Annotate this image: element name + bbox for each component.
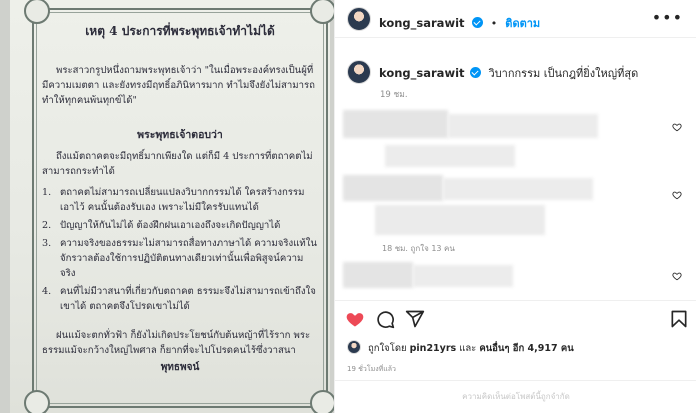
caption-time[interactable]: 19 ชม. [380, 87, 408, 101]
heart-icon[interactable] [672, 190, 682, 200]
heart-icon[interactable] [672, 271, 682, 281]
header-user: kong_sarawit • ติดตาม [379, 12, 540, 32]
blurred-comment [413, 265, 513, 287]
list-number: 1. [42, 187, 52, 198]
answer-intro: ถึงแม้ตถาคตจะมีฤทธิ์มากเพียงใด แต่ก็มี 4… [42, 151, 313, 177]
separator-dot: • [490, 17, 498, 30]
blurred-comment [343, 262, 413, 288]
document-title: เหตุ 4 ประการที่พระพุทธเจ้าทำไม่ได้ [85, 24, 275, 38]
action-bar [335, 300, 696, 330]
follow-button[interactable]: ติดตาม [505, 17, 540, 30]
post-image: เหตุ 4 ประการที่พระพุทธเจ้าทำไม่ได้ พระส… [0, 0, 334, 413]
list-text: คนที่ไม่มีวาสนาที่เกี่ยวกับตถาคต ธรรมะจึ… [60, 286, 316, 312]
post-timestamp[interactable]: 19 ชั่วโมงที่แล้ว [347, 364, 396, 375]
liked-by-prefix: ถูกใจโดย [368, 343, 407, 354]
list-text: ความจริงของธรรมะไม่สามารถสื่อทางภาษาได้ … [60, 238, 317, 279]
list-text: ตถาคตไม่สามารถเปลี่ยนแปลงวิบากกรรมได้ ใค… [60, 187, 305, 213]
document-intro: พระสาวกรูปหนึ่งถามพระพุทธเจ้าว่า "ในเมื่… [42, 65, 315, 106]
list-number: 2. [42, 220, 52, 231]
liked-by-mid: และ [459, 343, 477, 354]
blurred-comment [385, 145, 515, 167]
heart-icon[interactable] [345, 309, 365, 329]
comment-meta: 18 ชม. ถูกใจ 13 คน [382, 244, 455, 253]
username-link[interactable]: kong_sarawit [379, 66, 465, 80]
blurred-comment [343, 110, 448, 138]
more-options-icon[interactable]: ••• [652, 8, 683, 27]
list-number: 4. [42, 286, 52, 297]
username-link[interactable]: kong_sarawit [379, 16, 465, 30]
blurred-comment [343, 175, 443, 201]
liked-by-user[interactable]: pin21yrs [410, 343, 457, 354]
document-closing: ฝนแม้จะตกทั่วฟ้า ก็ยังไม่เกิดประโยชน์กับ… [42, 330, 311, 356]
liked-by-others[interactable]: คนอื่นๆ อีก 4,917 คน [479, 343, 573, 354]
border-ornament [24, 390, 50, 413]
avatar[interactable] [347, 7, 371, 31]
bookmark-icon[interactable] [669, 309, 689, 329]
caption-line: kong_sarawit วิบากกรรม เป็นกฎที่ยิ่งใหญ่… [379, 64, 638, 82]
verified-badge-icon [471, 17, 483, 28]
heart-icon[interactable] [672, 122, 682, 132]
caption-text: วิบากกรรม เป็นกฎที่ยิ่งใหญ่ที่สุด [488, 67, 639, 80]
post-header: kong_sarawit • ติดตาม ••• [335, 0, 696, 38]
border-ornament [310, 0, 334, 24]
list-item: 4. คนที่ไม่มีวาสนาที่เกี่ยวกับตถาคต ธรรม… [42, 284, 318, 314]
border-ornament [310, 390, 334, 413]
document-content: เหตุ 4 ประการที่พระพุทธเจ้าทำไม่ได้ พระส… [42, 22, 318, 375]
comment-icon[interactable] [375, 309, 395, 329]
document-signature: พุทธพจน์ [160, 362, 200, 373]
avatar[interactable] [347, 60, 371, 84]
share-icon[interactable] [405, 309, 425, 329]
post-sidebar: kong_sarawit • ติดตาม ••• kong_sarawit ว… [334, 0, 696, 413]
blurred-comment [443, 178, 593, 200]
blurred-comment [448, 114, 598, 138]
list-item: 2. ปัญญาให้กันไม่ได้ ต้องฝึกฝนเอาเองถึงจ… [42, 218, 318, 233]
likes-summary: ถูกใจโดย pin21yrs และ คนอื่นๆ อีก 4,917 … [347, 340, 574, 356]
list-item: 3. ความจริงของธรรมะไม่สามารถสื่อทางภาษาไ… [42, 236, 318, 281]
list-item: 1. ตถาคตไม่สามารถเปลี่ยนแปลงวิบากกรรมได้… [42, 185, 318, 215]
avatar[interactable] [347, 340, 361, 354]
answer-heading: พระพุทธเจ้าตอบว่า [137, 129, 223, 141]
comments-limited-note: ความคิดเห็นต่อโพสต์นี้ถูกจำกัด [335, 380, 696, 403]
blurred-comment [375, 205, 545, 235]
document-list: 1. ตถาคตไม่สามารถเปลี่ยนแปลงวิบากกรรมได้… [42, 185, 318, 314]
verified-badge-icon [470, 67, 482, 78]
list-number: 3. [42, 238, 52, 249]
paper-sheet: เหตุ 4 ประการที่พระพุทธเจ้าทำไม่ได้ พระส… [10, 0, 334, 413]
list-text: ปัญญาให้กันไม่ได้ ต้องฝึกฝนเอาเองถึงจะเก… [60, 220, 281, 231]
